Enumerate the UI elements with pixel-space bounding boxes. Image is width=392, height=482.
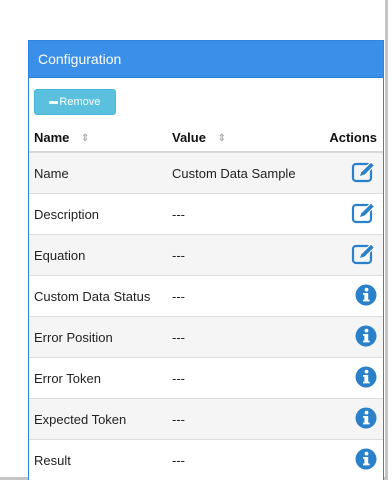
cell-actions xyxy=(313,316,383,358)
column-header-value-label: Value xyxy=(172,129,206,145)
cell-name: Error Token xyxy=(29,357,167,399)
cell-name: Expected Token xyxy=(29,398,167,440)
cell-actions xyxy=(313,275,383,317)
column-header-name-label: Name xyxy=(34,129,70,145)
cell-name: Equation xyxy=(29,234,167,276)
window-frame: Configuration ━ Remove Name ⇕ Value ⇕ Ac… xyxy=(0,0,388,480)
cell-name: Custom Data Status xyxy=(29,275,167,317)
configuration-panel: Configuration ━ Remove Name ⇕ Value ⇕ Ac… xyxy=(28,40,384,480)
info-icon[interactable] xyxy=(355,448,377,473)
cell-name: Result xyxy=(29,439,167,480)
cell-value: --- xyxy=(167,357,313,399)
table-row[interactable]: Result --- xyxy=(29,439,383,480)
toolbar: ━ Remove xyxy=(29,78,383,123)
cell-actions xyxy=(313,439,383,480)
cell-value: --- xyxy=(167,398,313,440)
table-row[interactable]: Name Custom Data Sample xyxy=(29,151,383,194)
cell-value: --- xyxy=(167,193,313,235)
info-icon[interactable] xyxy=(355,407,377,432)
sort-icon[interactable]: ⇕ xyxy=(218,133,226,144)
panel-title: Configuration xyxy=(29,41,383,78)
cell-name: Name xyxy=(29,151,167,194)
remove-button[interactable]: ━ Remove xyxy=(34,89,116,115)
column-header-actions: Actions xyxy=(313,123,383,153)
cell-value: --- xyxy=(167,316,313,358)
remove-button-label: Remove xyxy=(59,96,101,108)
cell-actions xyxy=(313,193,383,235)
cell-actions xyxy=(313,234,383,276)
edit-icon[interactable] xyxy=(351,242,377,269)
table-row[interactable]: Description --- xyxy=(29,193,383,235)
cell-actions xyxy=(313,151,383,194)
table-row[interactable]: Error Token --- xyxy=(29,357,383,399)
cell-actions xyxy=(313,398,383,440)
cell-name: Error Position xyxy=(29,316,167,358)
table-row[interactable]: Custom Data Status --- xyxy=(29,275,383,317)
table-row[interactable]: Error Position --- xyxy=(29,316,383,358)
cell-value: --- xyxy=(167,275,313,317)
table-row[interactable]: Expected Token --- xyxy=(29,398,383,440)
cell-name: Description xyxy=(29,193,167,235)
edit-icon[interactable] xyxy=(351,160,377,187)
column-header-value[interactable]: Value ⇕ xyxy=(167,123,313,153)
edit-icon[interactable] xyxy=(351,201,377,228)
cell-value: Custom Data Sample xyxy=(167,151,313,194)
minus-icon: ━ xyxy=(49,94,58,110)
column-header-name[interactable]: Name ⇕ xyxy=(29,123,167,153)
info-icon[interactable] xyxy=(355,366,377,391)
table-header-row: Name ⇕ Value ⇕ Actions xyxy=(29,123,383,153)
sort-icon[interactable]: ⇕ xyxy=(81,133,89,144)
cell-actions xyxy=(313,357,383,399)
info-icon[interactable] xyxy=(355,325,377,350)
info-icon[interactable] xyxy=(355,284,377,309)
configuration-table: Name ⇕ Value ⇕ Actions Name Custom Data S… xyxy=(29,123,383,480)
table-row[interactable]: Equation --- xyxy=(29,234,383,276)
cell-value: --- xyxy=(167,439,313,480)
cell-value: --- xyxy=(167,234,313,276)
